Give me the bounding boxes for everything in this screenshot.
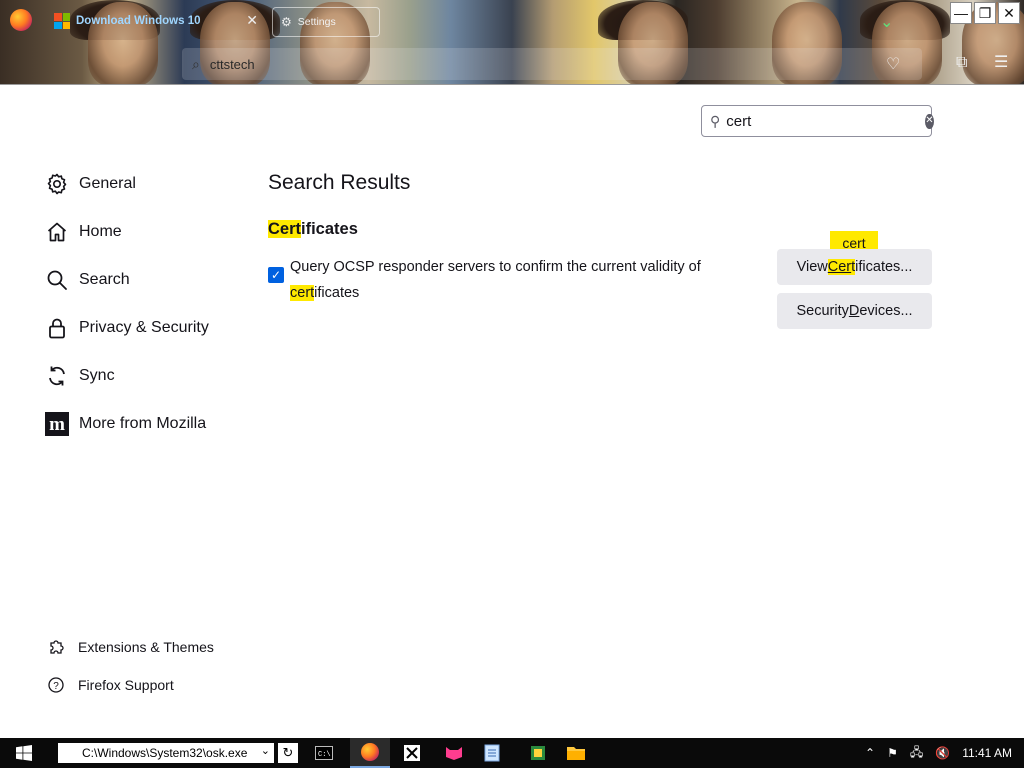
search-icon: ⌕: [192, 55, 200, 72]
sidebar-item-label: Sync: [79, 367, 115, 384]
button-label-part: View: [796, 259, 828, 275]
button-label-part-end: ificates...: [855, 259, 913, 275]
windows-taskbar: C:\Windows\System32\osk.exe ⌄ ↻ C:\ ⌃ ⚑ …: [0, 738, 1024, 768]
minimize-button[interactable]: —: [950, 2, 972, 24]
button-label-part-end: evices...: [859, 303, 913, 319]
view-certificates-button[interactable]: View Cert ificates...: [777, 249, 932, 285]
svg-text:m: m: [49, 414, 65, 435]
taskbar-firefox-icon[interactable]: [350, 738, 390, 768]
taskbar-app-icon[interactable]: [392, 738, 432, 768]
taskbar-explorer-icon[interactable]: [556, 738, 596, 768]
browser-tab-settings[interactable]: ⚙ Settings: [272, 7, 380, 37]
firefox-logo-icon: [361, 743, 379, 761]
home-icon: [44, 219, 70, 245]
volume-muted-icon[interactable]: 🔇: [935, 746, 950, 760]
system-tray: ⌃ ⚑ 🖧 🔇 11:41 AM: [865, 738, 1024, 768]
sidebar-item-home[interactable]: Home: [44, 208, 209, 256]
firefox-logo-icon[interactable]: [10, 9, 32, 31]
sidebar-item-search[interactable]: Search: [44, 256, 209, 304]
lock-icon: [44, 315, 70, 341]
ocsp-label-text: Query OCSP responder servers to confirm …: [290, 259, 701, 275]
taskbar-cat-icon[interactable]: [434, 738, 474, 768]
ocsp-checkbox[interactable]: ✓: [268, 267, 284, 283]
tab2-label: Settings: [297, 16, 336, 28]
page-title: Search Results: [268, 171, 411, 194]
search-icon: [44, 267, 70, 293]
section-title-certificates: Certificates: [268, 220, 358, 239]
sidebar-item-sync[interactable]: Sync: [44, 352, 209, 400]
minimize-icon: —: [954, 5, 968, 21]
taskbar-notepad-icon[interactable]: [472, 738, 512, 768]
svg-text:?: ?: [53, 681, 59, 692]
taskbar-chip-icon[interactable]: [518, 738, 558, 768]
sidebar-item-more-from-mozilla[interactable]: m More from Mozilla: [44, 400, 209, 448]
sidebar-item-label: Privacy & Security: [79, 319, 209, 336]
clear-icon[interactable]: ✕: [925, 113, 934, 129]
sidebar-item-label: Firefox Support: [78, 677, 174, 693]
windows-logo-icon: [16, 745, 32, 761]
start-button[interactable]: [0, 738, 48, 768]
search-highlight: cert: [290, 285, 315, 301]
sidebar-item-firefox-support[interactable]: ? Firefox Support: [46, 666, 214, 704]
network-icon[interactable]: 🖧: [910, 743, 923, 764]
pocket-icon[interactable]: ♡: [886, 54, 900, 74]
address-bar[interactable]: ⌕ cttstech: [182, 48, 922, 80]
ocsp-option: ✓ Query OCSP responder servers to confir…: [268, 254, 728, 306]
security-devices-button[interactable]: Security Devices...: [777, 293, 932, 329]
menu-icon[interactable]: ☰: [994, 52, 1008, 72]
settings-search[interactable]: ⚲ ✕: [701, 105, 934, 137]
taskbar-cmd-icon[interactable]: C:\: [304, 738, 344, 768]
address-bar-text: cttstech: [209, 56, 255, 72]
browser-tab[interactable]: Download Windows 10 ✕: [44, 5, 266, 37]
windows-logo-icon: [54, 13, 70, 29]
sidebar-footer: Extensions & Themes ? Firefox Support: [46, 628, 214, 704]
ocsp-label-text-end: ificates: [314, 285, 360, 301]
flag-icon[interactable]: ⚑: [887, 746, 898, 760]
settings-tab-icon: ⚙: [281, 15, 292, 29]
search-highlight: Cert: [827, 259, 856, 275]
settings-sidebar: General Home Search Privacy & Security S…: [44, 160, 209, 448]
puzzle-icon: [46, 637, 66, 657]
sidebar-item-label: Extensions & Themes: [78, 639, 214, 655]
refresh-icon[interactable]: ↻: [278, 743, 298, 763]
settings-search-input[interactable]: [726, 112, 926, 130]
run-address-input[interactable]: C:\Windows\System32\osk.exe ⌄: [58, 743, 274, 763]
restore-icon: ❐: [978, 4, 992, 21]
help-icon: ?: [46, 675, 66, 695]
access-key: D: [848, 303, 860, 319]
restore-button[interactable]: ❐: [974, 2, 996, 24]
sidebar-item-label: Home: [79, 223, 122, 240]
close-window-button[interactable]: ✕: [998, 2, 1020, 24]
svg-text:C:\: C:\: [318, 751, 331, 759]
sidebar-item-label: Search: [79, 271, 130, 288]
sync-icon: [44, 363, 70, 389]
close-icon: ✕: [1003, 4, 1015, 21]
chevron-down-icon[interactable]: ⌄: [880, 12, 893, 32]
ocsp-checkbox-label[interactable]: Query OCSP responder servers to confirm …: [290, 254, 728, 306]
gear-icon: [44, 171, 70, 197]
tab-title: Download Windows 10: [76, 15, 201, 27]
section-title-rest: ificates: [301, 220, 358, 238]
chevron-up-icon[interactable]: ⌃: [865, 746, 875, 760]
tab-close-icon[interactable]: ✕: [246, 12, 258, 29]
sidebar-item-privacy-security[interactable]: Privacy & Security: [44, 304, 209, 352]
mozilla-icon: m: [44, 411, 70, 437]
run-address-text: C:\Windows\System32\osk.exe: [82, 746, 248, 760]
sidebar-item-label: General: [79, 175, 136, 192]
clock[interactable]: 11:41 AM: [962, 746, 1012, 760]
browser-theme-header: Download Windows 10 ✕ ⚙ Settings ⌕ cttst…: [0, 0, 1024, 85]
search-highlight: Cert: [268, 220, 302, 238]
chevron-down-icon[interactable]: ⌄: [261, 744, 270, 757]
sidebar-item-general[interactable]: General: [44, 160, 209, 208]
sidebar-item-extensions-themes[interactable]: Extensions & Themes: [46, 628, 214, 666]
button-label-part: Security: [796, 303, 849, 319]
extensions-icon[interactable]: ⧉: [956, 54, 967, 72]
search-icon: ⚲: [710, 112, 721, 129]
access-key: Cer: [827, 259, 852, 275]
sidebar-item-label: More from Mozilla: [79, 415, 207, 432]
